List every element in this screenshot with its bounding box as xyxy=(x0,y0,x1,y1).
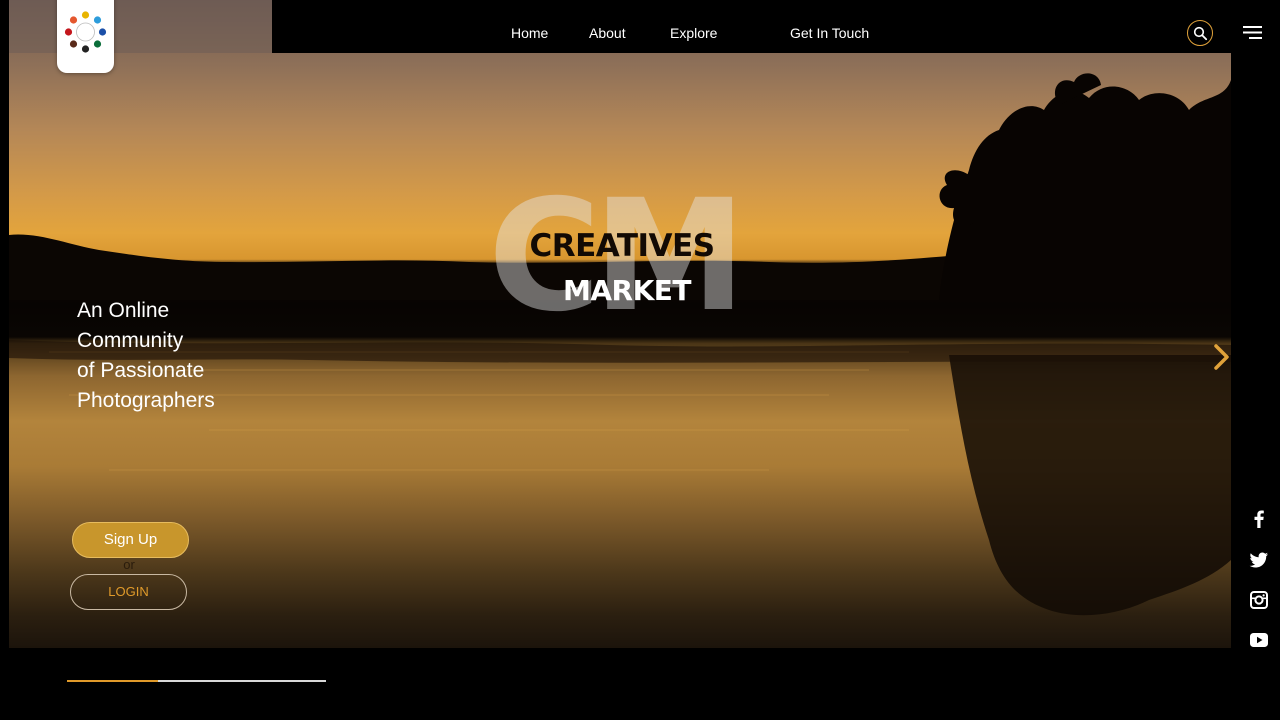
slider-progress-bar xyxy=(67,680,326,682)
nav-get-in-touch-link[interactable]: Get In Touch xyxy=(790,25,869,41)
hero-tagline: An Online Community of Passionate Photog… xyxy=(77,296,277,416)
left-edge-strip xyxy=(0,0,9,720)
search-icon xyxy=(1193,26,1208,41)
tagline-line: An Online xyxy=(77,299,170,322)
tagline-line: of Passionate xyxy=(77,359,205,382)
instagram-icon xyxy=(1250,591,1268,609)
search-button[interactable] xyxy=(1187,20,1213,46)
slider-next-button[interactable] xyxy=(1210,343,1234,371)
menu-button[interactable] xyxy=(1240,24,1264,42)
sign-up-button[interactable]: Sign Up xyxy=(72,522,189,558)
nav-home-link[interactable]: Home xyxy=(511,25,548,41)
twitter-icon xyxy=(1249,552,1268,568)
tagline-line: Photographers xyxy=(77,389,215,412)
nav-about-link[interactable]: About xyxy=(589,25,626,41)
login-button[interactable]: LOGIN xyxy=(70,574,187,610)
facebook-icon xyxy=(1254,510,1264,528)
youtube-link[interactable] xyxy=(1248,629,1270,651)
chevron-right-icon xyxy=(1214,344,1229,370)
brand-subtitle: MARKET xyxy=(562,274,692,307)
slider-progress-fill xyxy=(67,680,158,682)
facebook-link[interactable] xyxy=(1248,508,1270,530)
social-sidebar xyxy=(1231,53,1280,720)
or-separator: or xyxy=(123,557,135,572)
instagram-link[interactable] xyxy=(1248,589,1270,611)
tagline-line: Community xyxy=(77,329,184,352)
site-logo[interactable] xyxy=(57,0,114,73)
youtube-icon xyxy=(1250,633,1268,647)
hamburger-menu-icon xyxy=(1243,26,1262,39)
brand-title: CREATIVES xyxy=(529,228,715,264)
creatives-market-logo-icon xyxy=(64,11,107,53)
top-navigation-bar xyxy=(272,0,1280,53)
nav-explore-link[interactable]: Explore xyxy=(670,25,717,41)
landing-page: Home About Explore Get In Touch CM CREAT… xyxy=(0,0,1280,720)
logo-header-panel xyxy=(9,0,272,53)
twitter-link[interactable] xyxy=(1248,549,1270,571)
